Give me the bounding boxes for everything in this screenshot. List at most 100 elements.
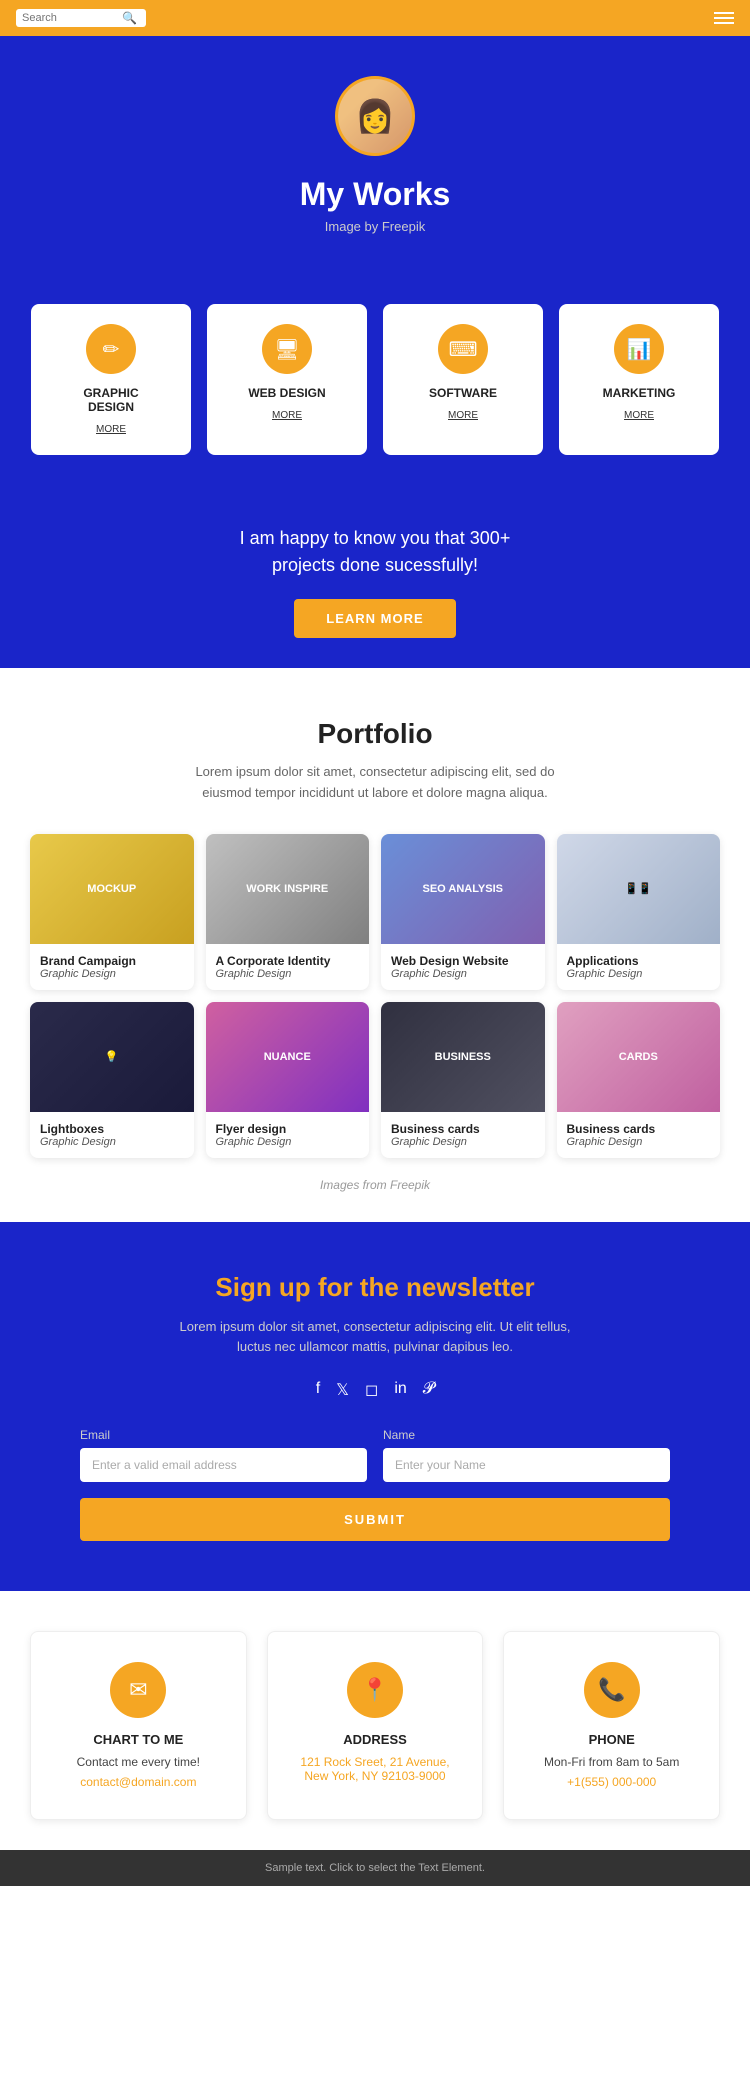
portfolio-cat-8: Graphic Design (567, 1136, 711, 1148)
portfolio-cat-2: Graphic Design (216, 968, 360, 980)
portfolio-item-8[interactable]: CARDS Business cards Graphic Design (557, 1002, 721, 1158)
portfolio-info-6: Flyer design Graphic Design (206, 1112, 370, 1158)
portfolio-info-5: Lightboxes Graphic Design (30, 1112, 194, 1158)
service-title-marketing: MARKETING (575, 386, 703, 400)
portfolio-item-6[interactable]: NUANCE Flyer design Graphic Design (206, 1002, 370, 1158)
hero-title: My Works (20, 176, 730, 213)
marketing-more-link[interactable]: MORE (575, 410, 703, 421)
social-icons: f 𝕏 ◻ in 𝓟 (80, 1380, 670, 1400)
service-card-software: ⌨ SOFTWARE MORE (383, 304, 543, 455)
contact-sub-email: Contact me every time! (51, 1755, 226, 1769)
newsletter-description: Lorem ipsum dolor sit amet, consectetur … (175, 1317, 575, 1359)
portfolio-name-7: Business cards (391, 1122, 535, 1136)
portfolio-item-3[interactable]: SEO ANALYSIS Web Design Website Graphic … (381, 834, 545, 990)
contact-card-phone: 📞 PHONE Mon-Fri from 8am to 5am +1(555) … (503, 1631, 720, 1820)
portfolio-thumb-1: MOCKUP (30, 834, 194, 944)
portfolio-item-2[interactable]: WORK INSPIRE A Corporate Identity Graphi… (206, 834, 370, 990)
twitter-icon[interactable]: 𝕏 (336, 1380, 349, 1400)
contact-section: ✉ CHART TO ME Contact me every time! con… (0, 1591, 750, 1850)
service-card-graphic: ✏ GRAPHICDESIGN MORE (31, 304, 191, 455)
contact-title-address: ADDRESS (288, 1732, 463, 1747)
services-section: ✏ GRAPHICDESIGN MORE 🖥 WEB DESIGN MORE ⌨… (0, 284, 750, 495)
portfolio-title: Portfolio (30, 718, 720, 750)
portfolio-cat-5: Graphic Design (40, 1136, 184, 1148)
portfolio-cat-7: Graphic Design (391, 1136, 535, 1148)
search-input[interactable] (22, 12, 122, 24)
address-icon: 📍 (347, 1662, 403, 1718)
portfolio-info-8: Business cards Graphic Design (557, 1112, 721, 1158)
hero-section: 👩 My Works Image by Freepik (0, 36, 750, 284)
portfolio-name-1: Brand Campaign (40, 954, 184, 968)
search-box[interactable]: 🔍 (16, 9, 146, 27)
portfolio-thumb-6: NUANCE (206, 1002, 370, 1112)
marketing-icon: 📊 (614, 324, 664, 374)
portfolio-thumb-5: 💡 (30, 1002, 194, 1112)
service-title-web: WEB DESIGN (223, 386, 351, 400)
portfolio-name-5: Lightboxes (40, 1122, 184, 1136)
portfolio-item-1[interactable]: MOCKUP Brand Campaign Graphic Design (30, 834, 194, 990)
service-title-graphic: GRAPHICDESIGN (47, 386, 175, 414)
pinterest-icon[interactable]: 𝓟 (423, 1380, 435, 1400)
service-title-software: SOFTWARE (399, 386, 527, 400)
portfolio-cat-3: Graphic Design (391, 968, 535, 980)
portfolio-name-4: Applications (567, 954, 711, 968)
portfolio-thumb-8: CARDS (557, 1002, 721, 1112)
avatar: 👩 (335, 76, 415, 156)
portfolio-info-1: Brand Campaign Graphic Design (30, 944, 194, 990)
portfolio-name-2: A Corporate Identity (216, 954, 360, 968)
portfolio-item-5[interactable]: 💡 Lightboxes Graphic Design (30, 1002, 194, 1158)
contact-link-email[interactable]: contact@domain.com (51, 1775, 226, 1789)
portfolio-name-3: Web Design Website (391, 954, 535, 968)
linkedin-icon[interactable]: in (394, 1380, 406, 1400)
portfolio-thumb-7: BUSINESS (381, 1002, 545, 1112)
portfolio-thumb-4: 📱📱 (557, 834, 721, 944)
contact-card-address: 📍 ADDRESS 121 Rock Sreet, 21 Avenue,New … (267, 1631, 484, 1820)
instagram-icon[interactable]: ◻ (365, 1380, 378, 1400)
portfolio-attribution: Images from Freepik (30, 1178, 720, 1192)
name-input[interactable] (383, 1448, 670, 1482)
portfolio-info-4: Applications Graphic Design (557, 944, 721, 990)
portfolio-description: Lorem ipsum dolor sit amet, consectetur … (175, 762, 575, 804)
web-design-icon: 🖥 (262, 324, 312, 374)
hero-subtitle: Image by Freepik (20, 219, 730, 234)
portfolio-item-4[interactable]: 📱📱 Applications Graphic Design (557, 834, 721, 990)
software-icon: ⌨ (438, 324, 488, 374)
email-input[interactable] (80, 1448, 367, 1482)
service-card-marketing: 📊 MARKETING MORE (559, 304, 719, 455)
graphic-design-icon: ✏ (86, 324, 136, 374)
contact-link-address: 121 Rock Sreet, 21 Avenue,New York, NY 9… (288, 1755, 463, 1783)
portfolio-cat-4: Graphic Design (567, 968, 711, 980)
portfolio-name-8: Business cards (567, 1122, 711, 1136)
portfolio-info-2: A Corporate Identity Graphic Design (206, 944, 370, 990)
contact-sub-phone: Mon-Fri from 8am to 5am (524, 1755, 699, 1769)
name-label: Name (383, 1428, 670, 1442)
email-label: Email (80, 1428, 367, 1442)
portfolio-item-7[interactable]: BUSINESS Business cards Graphic Design (381, 1002, 545, 1158)
portfolio-name-6: Flyer design (216, 1122, 360, 1136)
learn-more-button[interactable]: LEARN MORE (294, 599, 455, 638)
newsletter-title: Sign up for the newsletter (80, 1272, 670, 1303)
email-group: Email (80, 1428, 367, 1482)
stats-section: I am happy to know you that 300+projects… (0, 495, 750, 668)
contact-link-phone[interactable]: +1(555) 000-000 (524, 1775, 699, 1789)
portfolio-cat-6: Graphic Design (216, 1136, 360, 1148)
graphic-more-link[interactable]: MORE (47, 424, 175, 435)
footer-text: Sample text. Click to select the Text El… (265, 1862, 485, 1874)
avatar-image: 👩 (338, 76, 412, 156)
facebook-icon[interactable]: f (316, 1380, 320, 1400)
portfolio-thumb-2: WORK INSPIRE (206, 834, 370, 944)
portfolio-cat-1: Graphic Design (40, 968, 184, 980)
footer: Sample text. Click to select the Text El… (0, 1850, 750, 1886)
submit-button[interactable]: SUBMIT (80, 1498, 670, 1541)
stats-text: I am happy to know you that 300+projects… (40, 525, 710, 579)
software-more-link[interactable]: MORE (399, 410, 527, 421)
portfolio-info-3: Web Design Website Graphic Design (381, 944, 545, 990)
menu-button[interactable] (714, 12, 734, 24)
contact-card-email: ✉ CHART TO ME Contact me every time! con… (30, 1631, 247, 1820)
newsletter-section: Sign up for the newsletter Lorem ipsum d… (0, 1222, 750, 1592)
web-more-link[interactable]: MORE (223, 410, 351, 421)
name-group: Name (383, 1428, 670, 1482)
portfolio-info-7: Business cards Graphic Design (381, 1112, 545, 1158)
portfolio-grid: MOCKUP Brand Campaign Graphic Design WOR… (30, 834, 720, 1158)
contact-title-email: CHART TO ME (51, 1732, 226, 1747)
